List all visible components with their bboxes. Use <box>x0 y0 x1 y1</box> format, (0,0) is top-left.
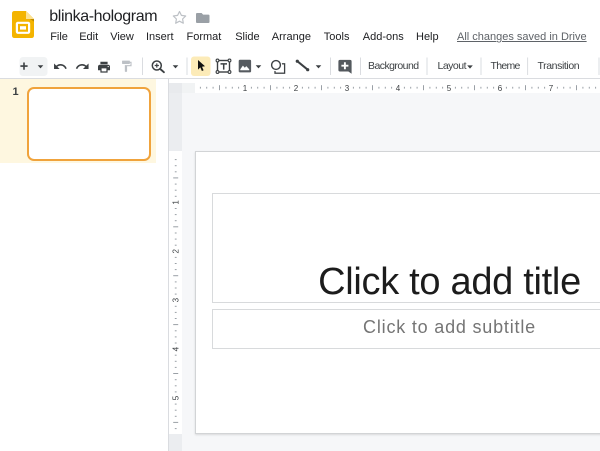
svg-text:3: 3 <box>345 84 350 93</box>
svg-text:4: 4 <box>396 84 401 93</box>
svg-text:2: 2 <box>294 84 299 93</box>
svg-text:5: 5 <box>447 84 452 93</box>
svg-text:5: 5 <box>171 395 180 400</box>
svg-text:1: 1 <box>243 84 248 93</box>
svg-text:2: 2 <box>171 248 180 253</box>
svg-text:1: 1 <box>171 199 180 204</box>
svg-text:7: 7 <box>549 84 554 93</box>
svg-text:4: 4 <box>171 346 180 351</box>
svg-text:3: 3 <box>171 297 180 302</box>
svg-text:6: 6 <box>498 84 503 93</box>
